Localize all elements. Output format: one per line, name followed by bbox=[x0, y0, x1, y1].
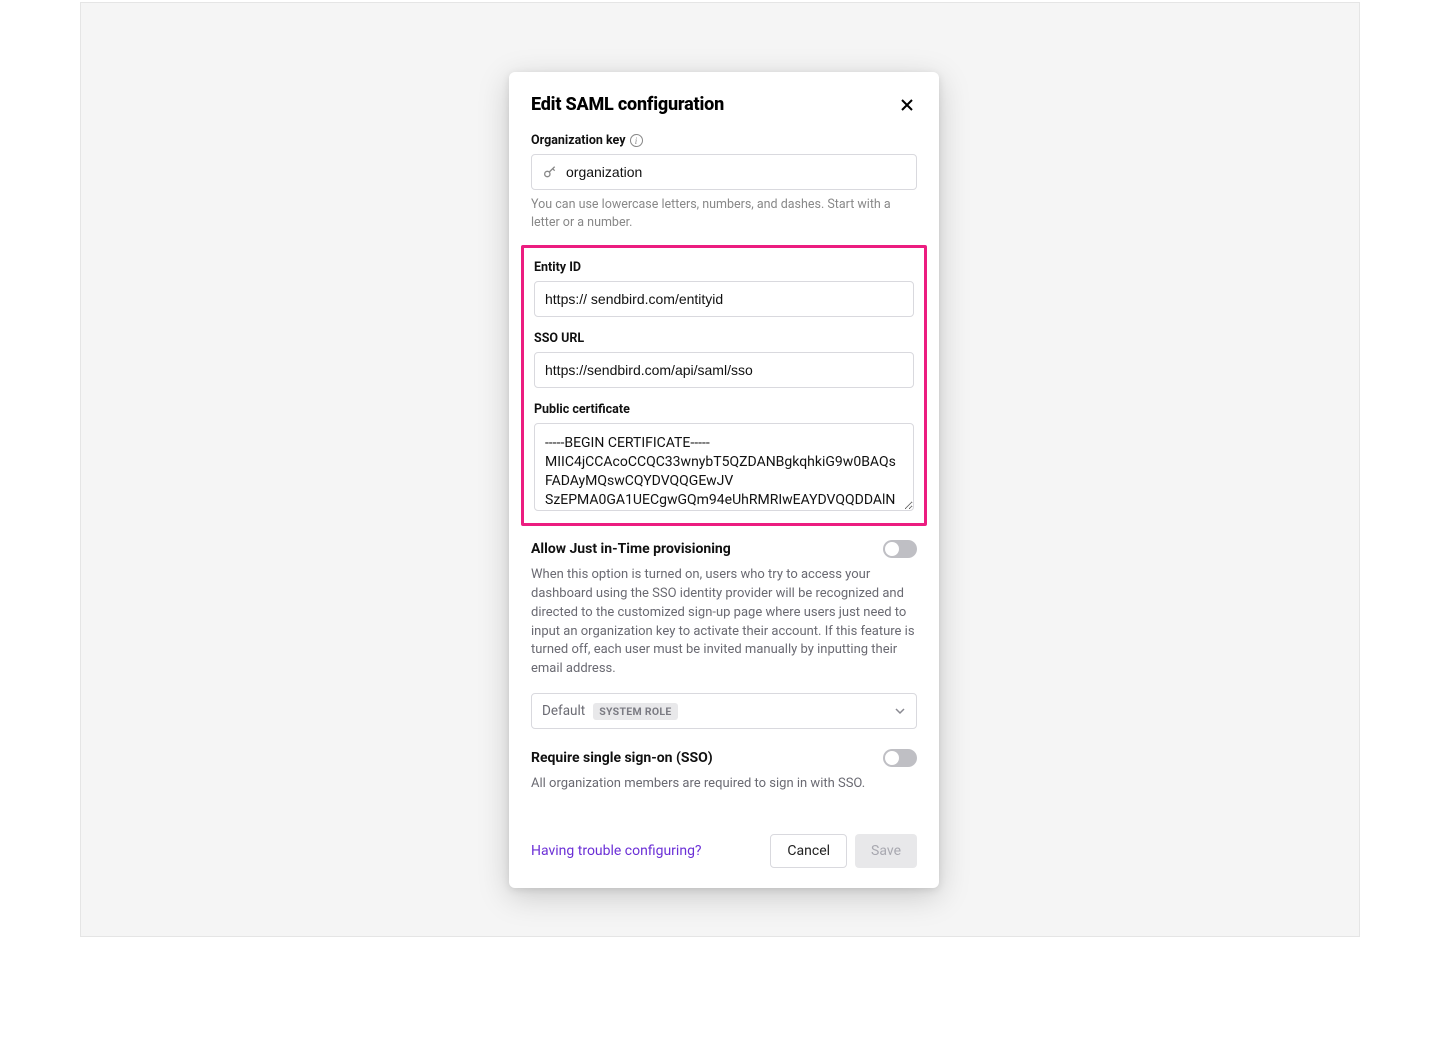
info-icon[interactable]: i bbox=[630, 134, 643, 147]
org-key-field: Organization key i You can use lowercase… bbox=[531, 133, 917, 231]
save-button: Save bbox=[855, 834, 917, 868]
jit-label: Allow Just in-Time provisioning bbox=[531, 541, 731, 557]
org-key-help: You can use lowercase letters, numbers, … bbox=[531, 196, 917, 231]
entity-id-input-wrap[interactable] bbox=[534, 281, 914, 317]
chevron-down-icon bbox=[894, 705, 906, 717]
modal-footer: Having trouble configuring? Cancel Save bbox=[531, 834, 917, 868]
close-icon bbox=[899, 97, 915, 113]
jit-toggle-row: Allow Just in-Time provisioning bbox=[531, 540, 917, 558]
public-cert-label: Public certificate bbox=[534, 402, 630, 417]
org-key-label: Organization key bbox=[531, 133, 626, 148]
org-key-input-wrap[interactable] bbox=[531, 154, 917, 190]
sso-url-input[interactable] bbox=[545, 362, 903, 378]
role-badge: SYSTEM ROLE bbox=[593, 703, 677, 720]
key-icon bbox=[542, 164, 558, 180]
public-cert-field: Public certificate bbox=[532, 402, 916, 515]
entity-id-input[interactable] bbox=[545, 291, 903, 307]
modal-title: Edit SAML configuration bbox=[531, 94, 724, 115]
require-sso-description: All organization members are required to… bbox=[531, 775, 917, 794]
close-button[interactable] bbox=[897, 95, 917, 115]
jit-toggle[interactable] bbox=[883, 540, 917, 558]
jit-description: When this option is turned on, users who… bbox=[531, 566, 917, 679]
cancel-button[interactable]: Cancel bbox=[770, 834, 847, 868]
require-sso-toggle[interactable] bbox=[883, 749, 917, 767]
saml-config-modal: Edit SAML configuration Organization key… bbox=[509, 72, 939, 888]
entity-id-label: Entity ID bbox=[534, 260, 581, 275]
sso-url-label: SSO URL bbox=[534, 331, 584, 346]
org-key-input[interactable] bbox=[566, 164, 906, 180]
idp-fields-highlight: Entity ID SSO URL Public certificate bbox=[521, 245, 927, 526]
sso-url-field: SSO URL bbox=[532, 331, 916, 388]
sso-url-input-wrap[interactable] bbox=[534, 352, 914, 388]
require-sso-label: Require single sign-on (SSO) bbox=[531, 750, 713, 766]
entity-id-field: Entity ID bbox=[532, 260, 916, 317]
help-link[interactable]: Having trouble configuring? bbox=[531, 843, 702, 859]
app-frame: Edit SAML configuration Organization key… bbox=[80, 2, 1360, 937]
role-select-value: Default bbox=[542, 703, 585, 719]
require-sso-toggle-row: Require single sign-on (SSO) bbox=[531, 749, 917, 767]
default-role-select[interactable]: Default SYSTEM ROLE bbox=[531, 693, 917, 729]
modal-header: Edit SAML configuration bbox=[531, 94, 917, 115]
public-cert-textarea[interactable] bbox=[534, 423, 914, 511]
